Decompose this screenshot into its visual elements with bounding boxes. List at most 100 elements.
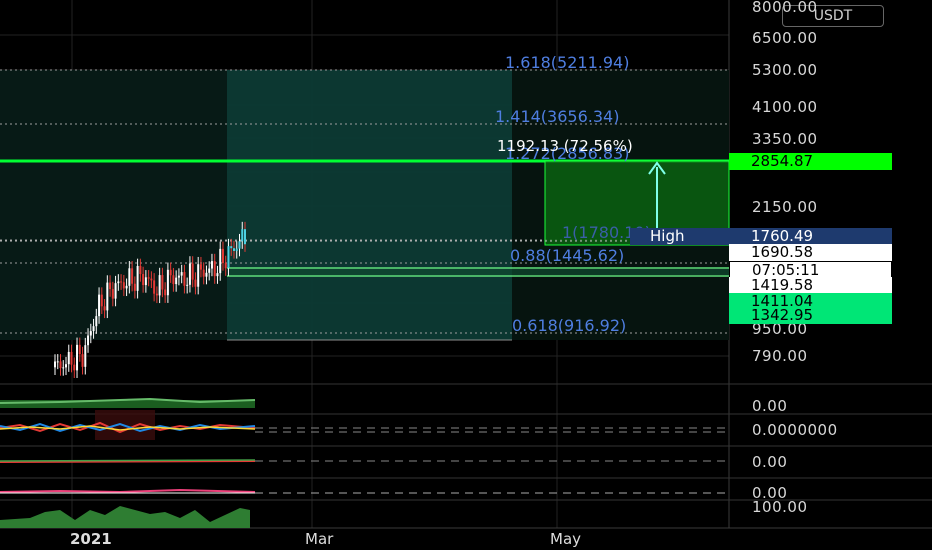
candle-body [155, 293, 158, 296]
candle-body [67, 351, 70, 365]
candle-body [150, 278, 153, 281]
candle-body [62, 367, 65, 369]
candle-body [114, 283, 117, 299]
fib-label-1.618: 1.618(5211.94) [505, 53, 630, 72]
candle-body [59, 361, 62, 369]
candle-body [139, 265, 142, 275]
candle-body [89, 331, 92, 336]
candle-body [224, 263, 227, 269]
fib-label-0.618: 0.618(916.92) [512, 316, 627, 335]
candle-body [106, 282, 109, 311]
candle-body [65, 364, 68, 368]
candle-body [87, 335, 90, 346]
candle-body [208, 268, 211, 273]
candle-body [238, 241, 241, 249]
ind-axis-label-2: 0.0000000 [752, 421, 838, 439]
measure-label: 1192.13 (72.56%) [497, 137, 633, 155]
candle-body [84, 345, 87, 367]
candle-body [244, 229, 246, 245]
candle-body [120, 281, 123, 283]
candle-body [56, 361, 59, 363]
candle-body [117, 281, 120, 284]
candle-body [76, 344, 79, 371]
time-label-mar: Mar [305, 530, 334, 548]
candle-body [81, 354, 84, 367]
candle-body [128, 268, 131, 286]
candle-body [142, 274, 145, 286]
candle-body [202, 269, 205, 277]
target-price-tag: 2854.87 [729, 153, 892, 170]
candle-body [122, 282, 125, 289]
indicator-pane-3 [0, 459, 729, 463]
candle-body [103, 306, 106, 311]
candle-body [95, 316, 98, 327]
candle-body [73, 364, 76, 371]
candle-body [166, 269, 169, 296]
candle-body [158, 275, 161, 296]
candle-body [92, 326, 95, 332]
chart-window: { "currency": "USDT", "price_axis": { "l… [0, 0, 932, 550]
candle-body [125, 285, 128, 289]
current-price-tag: 1690.58 [729, 244, 892, 261]
axis-label-2150: 2150.00 [752, 198, 818, 216]
candle-body [147, 277, 150, 279]
candle-body [169, 269, 172, 276]
ind-axis-label-5: 100.00 [752, 498, 808, 516]
fib-label-1.414: 1.414(3656.34) [495, 107, 620, 126]
candle-body [188, 263, 191, 285]
candle-body [172, 275, 175, 285]
candle-body [131, 268, 134, 284]
candle-body [136, 265, 139, 291]
axis-label-4100: 4100.00 [752, 98, 818, 116]
candle-body [205, 272, 208, 277]
candle-body [153, 280, 156, 294]
indicator-pane-4 [0, 488, 729, 494]
candle-body [213, 261, 216, 277]
candle-body [177, 275, 180, 278]
time-label-may: May [550, 530, 582, 548]
axis-label-5300: 5300.00 [752, 61, 818, 79]
axis-label-790: 790.00 [752, 347, 808, 365]
candle-body [197, 264, 200, 287]
candle-body [54, 361, 56, 368]
candle-body [161, 275, 164, 290]
candle-body [70, 351, 73, 365]
candle-body [175, 277, 178, 285]
candle-body [221, 248, 224, 264]
candle-body [191, 263, 194, 280]
candle-body [183, 272, 186, 286]
ind-axis-label-3: 0.00 [752, 453, 788, 471]
axis-label-3350: 3350.00 [752, 130, 818, 148]
candle-body [186, 284, 189, 286]
candle-body [235, 248, 238, 251]
candle-body [230, 246, 233, 249]
time-label-2021: 2021 [70, 530, 112, 548]
indicator-histogram [0, 397, 256, 408]
candle-body [194, 279, 197, 287]
candle-body [164, 289, 167, 296]
candle-body [111, 289, 114, 299]
candle-body [144, 277, 147, 286]
candle-body [180, 272, 183, 276]
candle-body [199, 264, 202, 270]
candle-body [133, 283, 136, 291]
price-tag-1342: 1342.95 [729, 307, 892, 324]
candle-body [78, 344, 81, 355]
axis-label-6500: 6500.00 [752, 29, 818, 47]
fib-label-0.88: 0.88(1445.62) [510, 246, 625, 265]
fib-zone-main [227, 70, 512, 340]
candle-body [109, 282, 112, 290]
axis-label-8000: 8000.00 [752, 0, 818, 16]
high-label: High [650, 227, 685, 245]
candle-body [98, 294, 101, 317]
candle-body [100, 294, 103, 307]
indicator-area [0, 506, 250, 528]
candle-body [219, 248, 222, 274]
candle-body [216, 273, 219, 277]
ind-axis-label-1: 0.00 [752, 397, 788, 415]
candle-body [241, 229, 244, 242]
candle-body [227, 246, 230, 269]
candle-body [210, 261, 213, 269]
candle-body [232, 248, 235, 251]
fib-zone-left [0, 70, 227, 340]
